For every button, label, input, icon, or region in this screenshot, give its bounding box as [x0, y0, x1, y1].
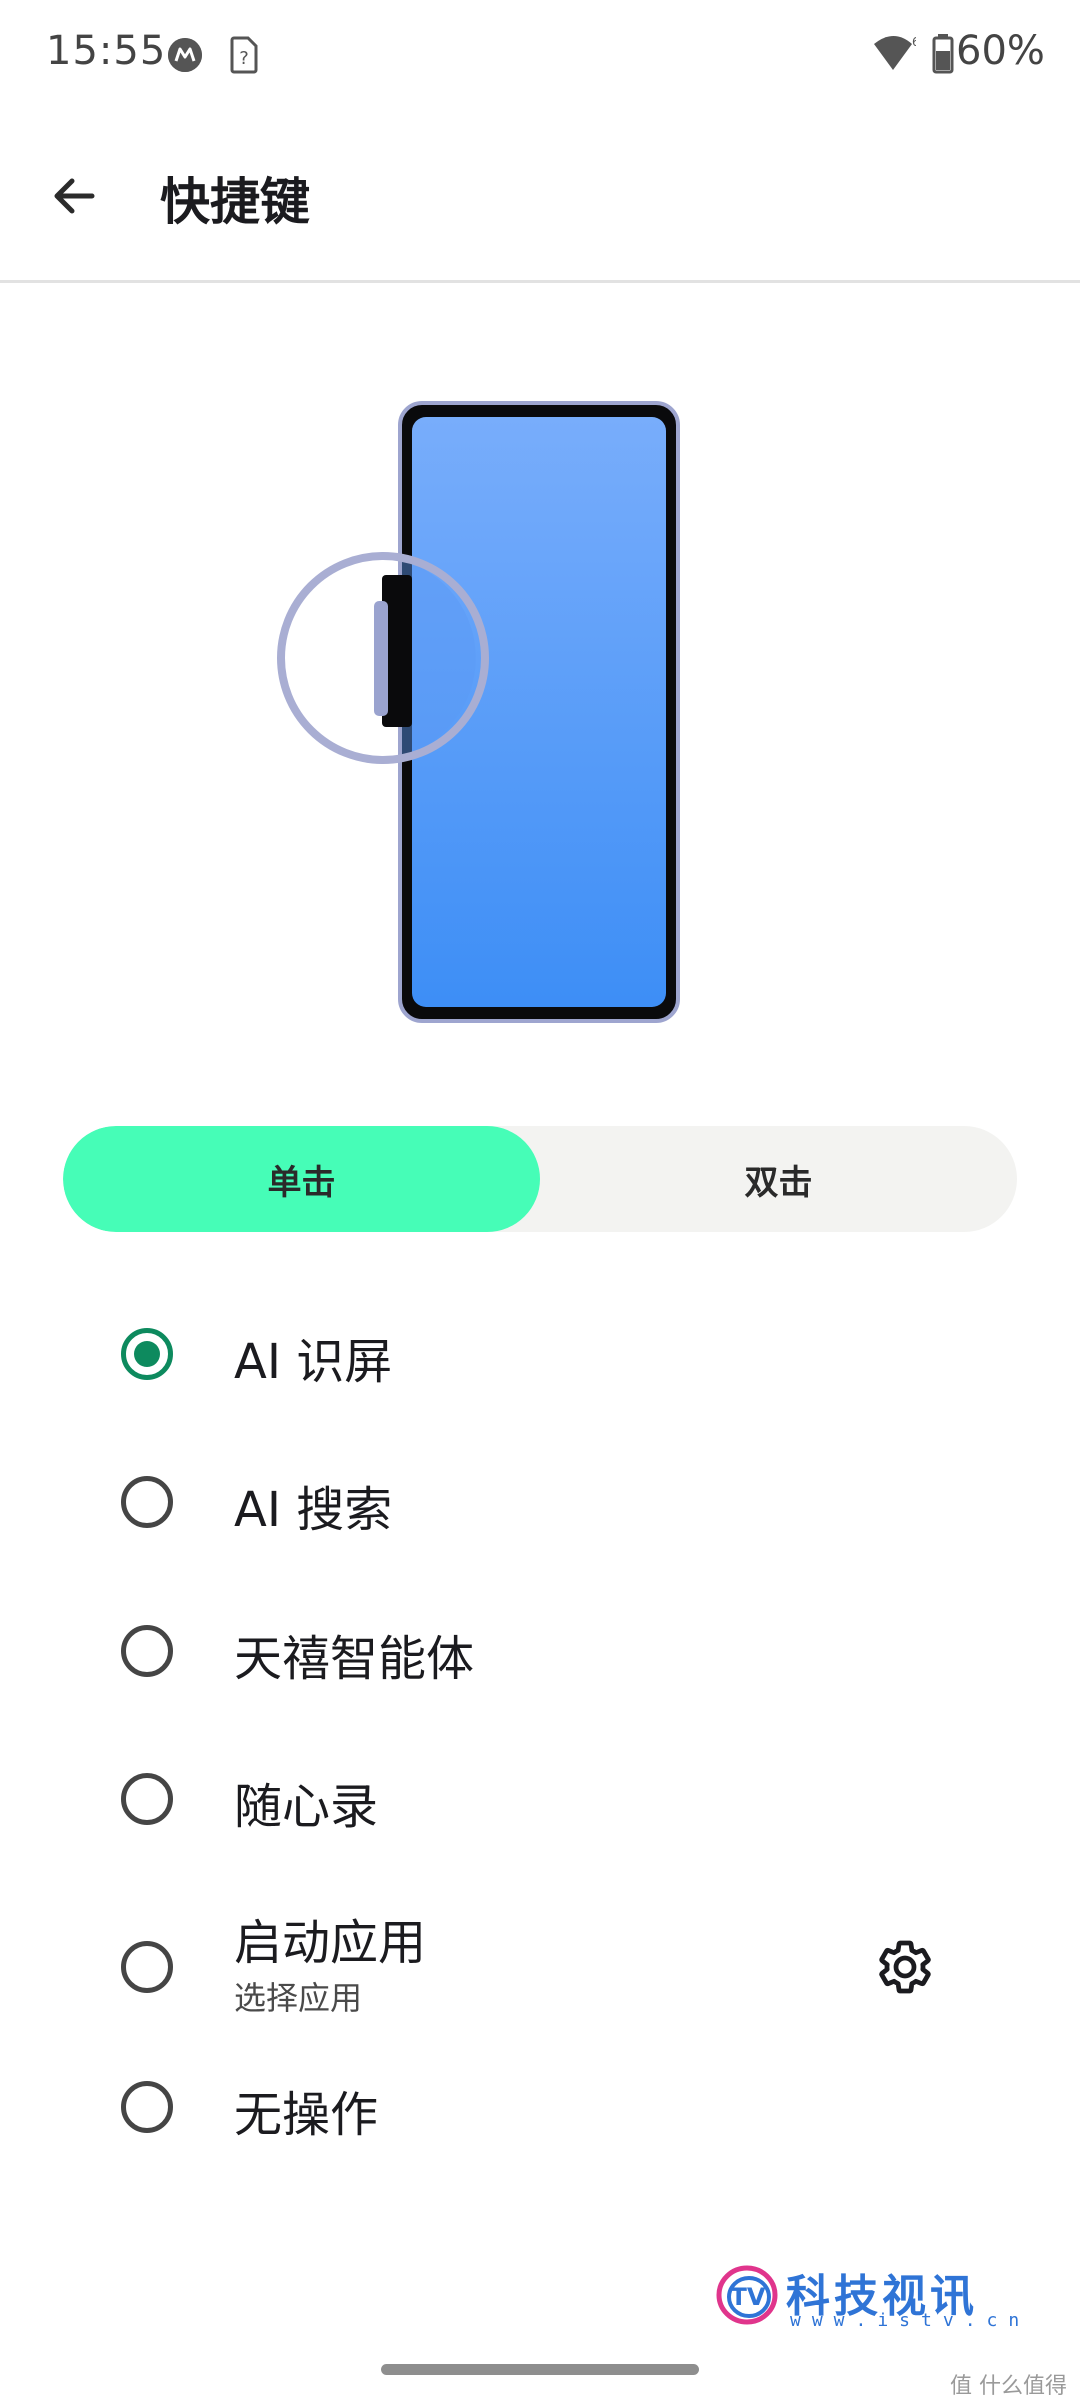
watermark-url: www.istv.cn	[790, 2310, 1031, 2331]
battery-percent: 60%	[956, 28, 1045, 74]
app-bar: 快捷键	[0, 110, 1080, 283]
option-quick-record[interactable]: 随心录	[0, 1715, 1080, 1863]
screen: 15:55 ? 6 60% 快捷键 单击 双击 AI 识屏 AI 搜索 天禧智能…	[0, 0, 1080, 2401]
option-label: 无操作	[234, 2087, 379, 2143]
option-sublabel: 选择应用	[234, 1979, 363, 2017]
app-settings-button[interactable]	[866, 1928, 944, 2006]
option-tianxi-agent[interactable]: 天禧智能体	[0, 1567, 1080, 1715]
radio-button[interactable]	[121, 1773, 173, 1825]
status-time: 15:55	[46, 28, 167, 74]
svg-text:6: 6	[912, 35, 916, 49]
istv-logo-icon: TV	[716, 2264, 778, 2326]
gear-icon	[879, 1940, 931, 1994]
option-label: 随心录	[234, 1779, 379, 1835]
option-ai-screen-recognition[interactable]: AI 识屏	[0, 1270, 1080, 1418]
radio-button[interactable]	[121, 1476, 173, 1528]
option-label: 天禧智能体	[234, 1631, 475, 1687]
arrow-left-icon	[54, 178, 95, 214]
svg-text:?: ?	[239, 48, 249, 69]
gesture-nav-handle[interactable]	[381, 2364, 699, 2375]
option-launch-app[interactable]: 启动应用 选择应用	[0, 1863, 1080, 2043]
wifi-icon: 6	[872, 34, 920, 74]
tab-double-click[interactable]: 双击	[540, 1126, 1017, 1232]
motorola-icon	[168, 38, 202, 72]
click-mode-segmented-control: 单击 双击	[63, 1126, 1017, 1232]
radio-button-checked[interactable]	[121, 1328, 173, 1380]
corner-watermark: 值 什么值得买	[950, 2374, 1067, 2399]
option-label: 启动应用	[234, 1915, 427, 1971]
option-label: AI 搜索	[234, 1482, 393, 1538]
sim-icon: ?	[230, 36, 258, 74]
radio-button[interactable]	[121, 2081, 173, 2133]
status-bar: 15:55 ? 6 60%	[0, 0, 1080, 110]
back-button[interactable]	[38, 160, 110, 232]
watermark: TV 科技视讯 www.istv.cn	[716, 2260, 1019, 2331]
option-label: AI 识屏	[234, 1334, 393, 1390]
option-no-action[interactable]: 无操作	[0, 2043, 1080, 2191]
tab-single-click[interactable]: 单击	[63, 1126, 540, 1232]
phone-illustration	[270, 395, 690, 1035]
page-title: 快捷键	[160, 173, 310, 231]
battery-icon	[932, 34, 954, 74]
radio-button[interactable]	[121, 1625, 173, 1677]
radio-button[interactable]	[121, 1941, 173, 1993]
option-ai-search[interactable]: AI 搜索	[0, 1418, 1080, 1566]
svg-text:TV: TV	[731, 2283, 766, 2311]
